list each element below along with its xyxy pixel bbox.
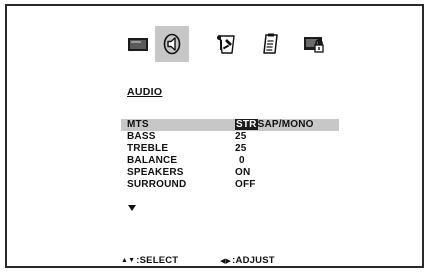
- menu-item-label: SPEAKERS: [127, 167, 184, 178]
- mts-option-rest[interactable]: SAP/MONO: [258, 119, 314, 130]
- help-select: ▲▼ :SELECT: [121, 255, 178, 266]
- wrench-screwdriver-icon: [217, 35, 235, 54]
- up-down-arrows-icon: ▲▼: [121, 257, 136, 264]
- menu-item-value: OFF: [235, 179, 256, 190]
- menu-item-mts[interactable]: MTS STRSAP/MONO: [121, 119, 339, 131]
- tab-features[interactable]: [254, 26, 288, 62]
- mts-options[interactable]: STRSAP/MONO: [235, 119, 314, 131]
- menu-item-balance[interactable]: BALANCE 0: [121, 155, 339, 167]
- page-title: AUDIO: [127, 86, 163, 98]
- help-adjust: ◀▶ :ADJUST: [220, 255, 275, 266]
- menu-item-value: ON: [235, 167, 251, 178]
- tab-lock[interactable]: [297, 26, 331, 62]
- menu-item-treble[interactable]: TREBLE 25: [121, 143, 339, 155]
- tv-osd-screen: AUDIO MTS STRSAP/MONO BASS 25 TREBLE 25 …: [5, 4, 424, 268]
- menu-item-label: SURROUND: [127, 179, 187, 190]
- help-adjust-label: :ADJUST: [232, 255, 275, 266]
- menu-item-label: BASS: [127, 131, 156, 142]
- audio-settings-menu: MTS STRSAP/MONO BASS 25 TREBLE 25 BALANC…: [121, 119, 339, 191]
- mts-option-selected[interactable]: STR: [235, 119, 258, 130]
- menu-item-value: 0: [239, 155, 245, 166]
- help-select-label: :SELECT: [136, 255, 179, 266]
- tv-screen-icon: [128, 38, 148, 51]
- tab-setup[interactable]: [209, 26, 243, 62]
- menu-item-label: MTS: [127, 119, 149, 130]
- left-right-arrows-icon: ◀▶: [220, 257, 232, 265]
- padlock-screen-icon: [304, 37, 324, 53]
- notepad-icon: [263, 33, 278, 54]
- menu-item-speakers[interactable]: SPEAKERS ON: [121, 167, 339, 179]
- down-arrow-icon[interactable]: [128, 205, 136, 211]
- menu-item-surround[interactable]: SURROUND OFF: [121, 179, 339, 191]
- menu-item-value: 25: [235, 143, 247, 154]
- tab-audio[interactable]: [155, 26, 189, 62]
- menu-item-value: 25: [235, 131, 247, 142]
- tab-picture[interactable]: [121, 26, 155, 62]
- menu-item-label: TREBLE: [127, 143, 169, 154]
- menu-item-label: BALANCE: [127, 155, 178, 166]
- menu-item-bass[interactable]: BASS 25: [121, 131, 339, 143]
- speaker-icon: [163, 33, 181, 55]
